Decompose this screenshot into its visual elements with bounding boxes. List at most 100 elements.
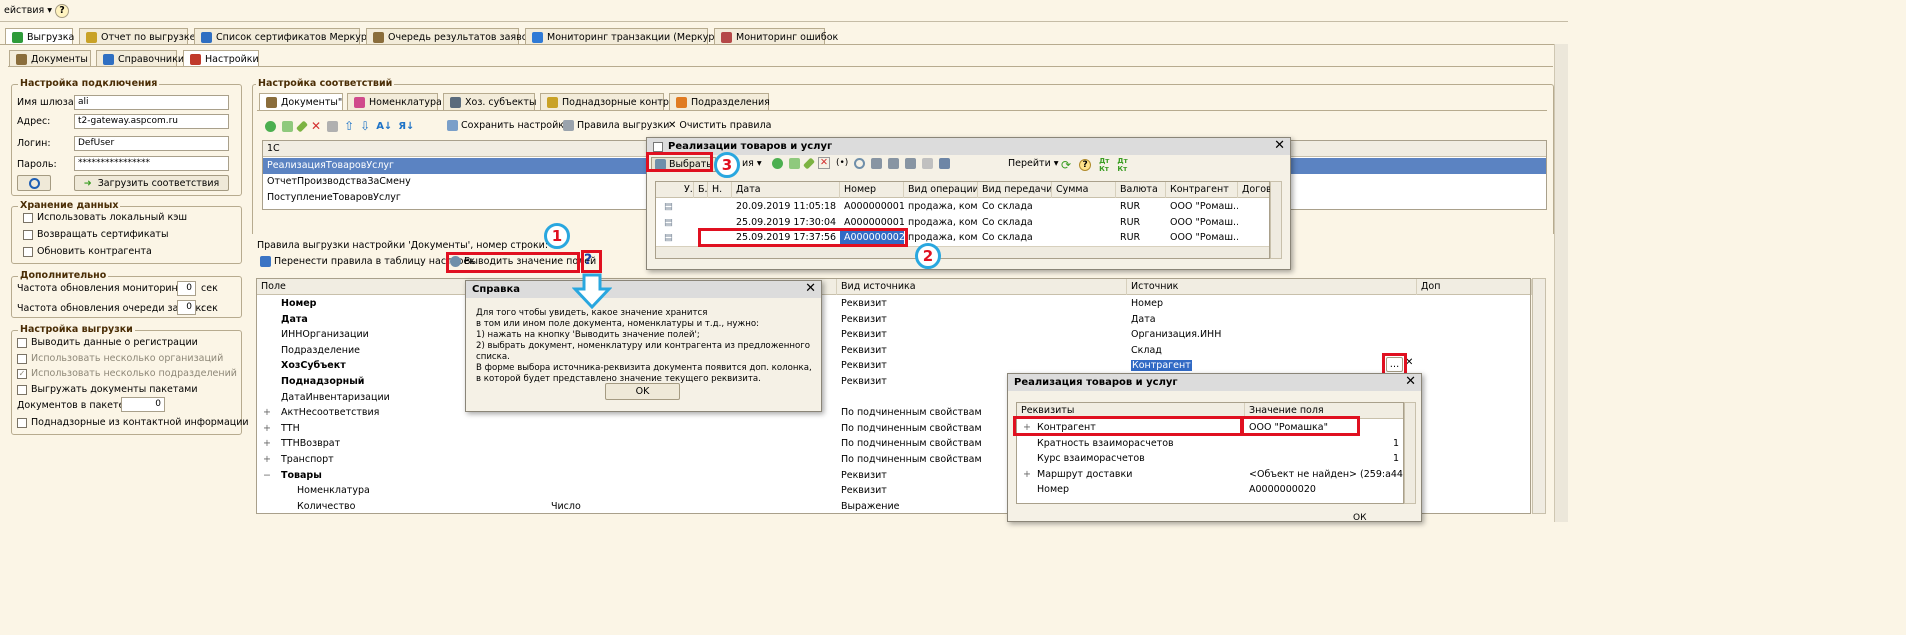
filter-icon[interactable]: [871, 157, 883, 169]
table-row[interactable]: Номер А0000000020: [1017, 482, 1403, 498]
table-row[interactable]: ИННОрганизации Реквизит Организация.ИНН: [257, 327, 1530, 343]
main-tab-4[interactable]: Очередь результатов заявок: [366, 28, 533, 45]
table-row[interactable]: + Маршрут доставки <Объект не найден> (259…: [1017, 467, 1403, 483]
main-tab-5[interactable]: Мониторинг транзакции (Меркурий): [525, 28, 730, 45]
goto-dropdown[interactable]: Перейти ▾: [1008, 158, 1059, 169]
tab-icon: [266, 96, 277, 108]
table-row[interactable]: Дата Реквизит Дата: [257, 312, 1530, 328]
clear-rules-button[interactable]: ✕ Очистить правила: [668, 120, 771, 131]
batch-export-checkbox[interactable]: Выгружать документы пакетами: [17, 384, 198, 395]
doc-col-5: Номер: [840, 182, 904, 198]
filter-menu-icon[interactable]: [905, 157, 917, 169]
help-ok-button[interactable]: OK: [605, 383, 680, 400]
address-input[interactable]: t2-gateway.aspcom.ru: [74, 114, 229, 129]
tab-icon: [190, 53, 201, 65]
table-row[interactable]: ХозСубъект Реквизит Контрагент: [257, 358, 1530, 374]
tree-toggle-icon[interactable]: +: [259, 421, 275, 437]
sub-tab-3[interactable]: Настройки: [183, 50, 259, 67]
copy-doc-icon[interactable]: [789, 157, 800, 169]
mapping-tab-5[interactable]: Подразделения: [669, 93, 770, 110]
attrs-ok[interactable]: ОК: [1353, 513, 1366, 523]
mark-delete-icon[interactable]: ✕: [818, 157, 830, 169]
update-agent-checkbox[interactable]: Обновить контрагента: [23, 246, 152, 257]
highlight-attr-name: [1013, 416, 1243, 436]
top-divider: [0, 21, 1568, 22]
delete-icon[interactable]: ✕: [311, 119, 321, 133]
registration-data-checkbox[interactable]: Выводить данные о регистрации: [17, 337, 198, 348]
doc-col-2: Б.: [694, 182, 708, 198]
table-row[interactable]: Номер Реквизит Номер: [257, 296, 1530, 312]
main-tab-6[interactable]: Мониторинг ошибок: [714, 28, 838, 45]
table-row[interactable]: ▤ 20.09.2019 11:05:18 А0000000018 продажа, …: [656, 199, 1269, 215]
table-row[interactable]: Подразделение Реквизит Склад: [257, 343, 1530, 359]
batch-size-input[interactable]: 0: [121, 397, 165, 412]
tree-toggle-icon[interactable]: +: [1019, 467, 1033, 483]
edit-doc-icon[interactable]: [802, 156, 816, 170]
filter-current-icon[interactable]: [888, 157, 900, 169]
multi-org-checkbox[interactable]: Использовать несколько организаций: [17, 353, 223, 364]
sort-asc-icon[interactable]: A↓: [376, 121, 392, 132]
mapping-tab-1[interactable]: Документы": [259, 93, 343, 110]
doc-list-hscroll[interactable]: [656, 246, 1269, 258]
contact-info-checkbox[interactable]: Поднадзорные из контактной информации: [17, 417, 249, 428]
move-down-icon[interactable]: ⇩: [360, 119, 370, 133]
add-doc-icon[interactable]: [772, 157, 783, 169]
export-rules-button[interactable]: Правила выгрузки: [563, 120, 669, 131]
attrs-vscroll[interactable]: [1404, 402, 1416, 504]
debit-credit-icon[interactable]: Дт Кт: [1099, 157, 1109, 173]
copy-icon[interactable]: [282, 120, 293, 132]
structure-icon[interactable]: [939, 157, 951, 169]
main-tab-2[interactable]: Отчет по выгрузке: [79, 28, 195, 45]
help-dialog-close-icon[interactable]: ✕: [805, 282, 816, 296]
doc-list-vscroll[interactable]: [1270, 181, 1282, 259]
move-up-icon[interactable]: ⇧: [344, 119, 354, 133]
return-certificates-checkbox[interactable]: Возвращать сертификаты: [23, 229, 168, 240]
period-icon[interactable]: (•): [836, 158, 848, 168]
main-tab-3[interactable]: Список сертификатов Меркурий: [194, 28, 379, 45]
help-icon[interactable]: ?: [55, 4, 69, 18]
debit-credit-alt-icon[interactable]: Дт Кт: [1117, 157, 1127, 173]
connect-button[interactable]: [17, 175, 51, 191]
use-local-cache-label: Использовать локальный кэш: [37, 212, 188, 223]
table-row[interactable]: Курс взаиморасчетов 1: [1017, 451, 1403, 467]
attrs-close-icon[interactable]: ✕: [1405, 375, 1416, 389]
move-rules-button[interactable]: Перенести правила в таблицу настроек: [260, 256, 475, 267]
save-settings-button[interactable]: Сохранить настройки: [447, 120, 570, 131]
main-tab-label: Список сертификатов Меркурий: [216, 31, 380, 43]
sub-tab-2[interactable]: Справочники: [96, 50, 184, 67]
tree-toggle-icon[interactable]: +: [259, 436, 275, 452]
tree-toggle-icon[interactable]: −: [259, 468, 275, 484]
help-line: в том или ином поле документа, номенклат…: [476, 319, 760, 329]
step-badge-3: 3: [714, 152, 740, 178]
queue-frequency-input[interactable]: 0: [177, 300, 196, 315]
tree-toggle-icon[interactable]: +: [259, 405, 275, 421]
monitor-frequency-input[interactable]: 0: [177, 281, 196, 296]
edit-icon[interactable]: [295, 119, 309, 133]
sub-tab-1[interactable]: Документы: [9, 50, 91, 67]
clear-filter-icon[interactable]: [922, 157, 934, 169]
tree-toggle-icon[interactable]: +: [259, 452, 275, 468]
main-tab-1[interactable]: Выгрузка: [5, 28, 74, 45]
load-mappings-button[interactable]: ➜ Загрузить соответствия: [74, 175, 229, 191]
rules-scrollbar[interactable]: [1532, 278, 1546, 514]
mapping-tab-3[interactable]: Хоз. субъекты: [443, 93, 536, 110]
add-icon[interactable]: [265, 120, 276, 132]
actions-menu[interactable]: ействия ▾: [4, 5, 52, 16]
window-scrollbar[interactable]: [1554, 44, 1568, 522]
login-input[interactable]: DefUser: [74, 136, 229, 151]
password-input[interactable]: ****************: [74, 156, 229, 171]
multi-division-checkbox[interactable]: ✓ Использовать несколько подразделений: [17, 368, 237, 379]
rule-kind: Реквизит: [841, 344, 887, 356]
search-icon[interactable]: [854, 157, 866, 169]
use-local-cache-checkbox[interactable]: Использовать локальный кэш: [23, 212, 187, 223]
table-row[interactable]: Кратность взаиморасчетов 1: [1017, 436, 1403, 452]
refresh-icon[interactable]: ⟳: [1061, 158, 1071, 172]
return-certificates-label: Возвращать сертификаты: [37, 229, 169, 240]
mapping-tab-4[interactable]: Поднадзорные контр.: [540, 93, 672, 110]
gateway-input[interactable]: ali: [74, 95, 229, 110]
mapping-tab-2[interactable]: Номенклатура: [347, 93, 442, 110]
actions-dropdown[interactable]: ия ▾: [742, 158, 762, 169]
doc-list-close-icon[interactable]: ✕: [1274, 139, 1285, 153]
help-doc-icon[interactable]: ?: [1079, 159, 1092, 171]
sort-desc-icon[interactable]: Я↓: [398, 121, 414, 132]
